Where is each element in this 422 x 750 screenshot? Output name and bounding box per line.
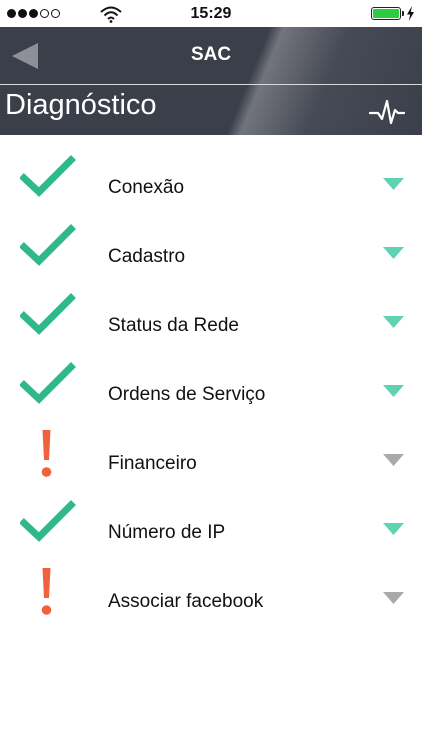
chevron-down-icon[interactable] bbox=[383, 178, 404, 190]
list-item[interactable]: Número de IP bbox=[0, 499, 422, 568]
page-title: Diagnóstico bbox=[5, 89, 157, 121]
chevron-down-icon[interactable] bbox=[383, 592, 404, 604]
item-label: Número de IP bbox=[108, 522, 226, 543]
list-item[interactable]: Conexão bbox=[0, 154, 422, 223]
item-label: Status da Rede bbox=[108, 315, 239, 336]
status-bar: 15:29 bbox=[0, 0, 422, 27]
list-item[interactable]: Ordens de Serviço bbox=[0, 361, 422, 430]
exclamation-icon bbox=[20, 430, 76, 480]
checkmark-icon bbox=[19, 292, 76, 342]
item-label: Conexão bbox=[108, 177, 185, 198]
item-label: Financeiro bbox=[108, 453, 197, 474]
item-label: Associar facebook bbox=[108, 591, 264, 612]
chevron-down-icon[interactable] bbox=[383, 523, 404, 535]
status-time: 15:29 bbox=[190, 5, 232, 22]
chevron-down-icon[interactable] bbox=[383, 385, 404, 397]
charging-icon bbox=[407, 6, 414, 21]
header-divider bbox=[0, 84, 422, 85]
chevron-down-icon[interactable] bbox=[383, 316, 404, 328]
list-item[interactable]: Cadastro bbox=[0, 223, 422, 292]
checkmark-icon bbox=[19, 499, 76, 549]
pulse-icon[interactable] bbox=[369, 97, 405, 127]
list-item[interactable]: Financeiro bbox=[0, 430, 422, 499]
list-item[interactable]: Status da Rede bbox=[0, 292, 422, 361]
battery-icon bbox=[371, 7, 401, 20]
app-header: SAC Diagnóstico bbox=[0, 27, 422, 135]
item-label: Cadastro bbox=[108, 246, 186, 267]
chevron-down-icon[interactable] bbox=[383, 247, 404, 259]
nav-title: SAC bbox=[190, 44, 232, 65]
exclamation-icon bbox=[20, 568, 76, 618]
diagnostic-list: Conexão Cadastro Status da Rede Ordens d… bbox=[0, 154, 422, 637]
checkmark-icon bbox=[19, 154, 76, 204]
checkmark-icon bbox=[19, 361, 76, 411]
item-label: Ordens de Serviço bbox=[108, 384, 266, 405]
list-item[interactable]: Associar facebook bbox=[0, 568, 422, 637]
checkmark-icon bbox=[19, 223, 76, 273]
chevron-down-icon[interactable] bbox=[383, 454, 404, 466]
